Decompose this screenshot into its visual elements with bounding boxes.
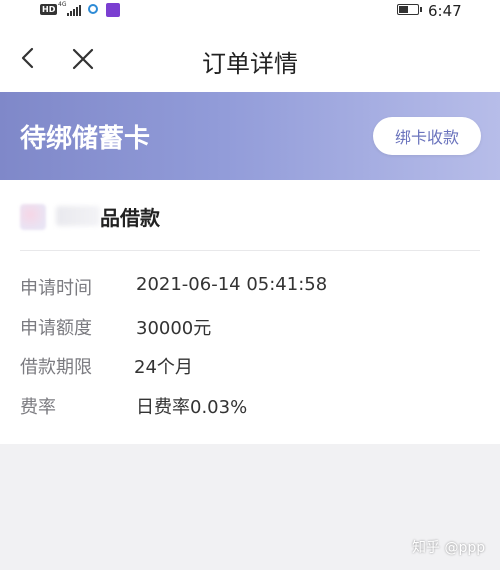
detail-value: 30000元 bbox=[136, 318, 212, 339]
divider bbox=[20, 250, 480, 251]
nav-bar: 订单详情 bbox=[0, 22, 500, 92]
watermark: 知乎 @ppp bbox=[412, 540, 486, 556]
battery-level bbox=[399, 6, 408, 13]
bind-card-button[interactable]: 绑卡收款 bbox=[373, 117, 481, 155]
network-type: 4G bbox=[58, 1, 67, 8]
signal-icon: 4G bbox=[58, 2, 82, 18]
detail-row-apply-time: 申请时间 2021-06-14 05:41:58 bbox=[0, 274, 500, 304]
detail-label: 借款期限 bbox=[20, 357, 92, 378]
detail-label: 申请额度 bbox=[20, 318, 92, 339]
app-icon bbox=[106, 3, 120, 17]
detail-value: 日费率0.03% bbox=[136, 397, 248, 418]
detail-row-rate: 费率 日费率0.03% bbox=[0, 393, 500, 423]
detail-row-term: 借款期限 24个月 bbox=[0, 353, 500, 383]
banner-title: 待绑储蓄卡 bbox=[20, 124, 151, 154]
app-ring-icon bbox=[88, 4, 98, 14]
detail-label: 申请时间 bbox=[20, 278, 92, 299]
detail-value: 24个月 bbox=[134, 357, 193, 378]
order-detail-card: 品借款 申请时间 2021-06-14 05:41:58 申请额度 30000元… bbox=[0, 180, 500, 444]
detail-label: 费率 bbox=[20, 397, 56, 418]
page-title: 订单详情 bbox=[202, 50, 298, 78]
status-bar: HD 4G 6:47 bbox=[0, 0, 500, 22]
detail-value: 2021-06-14 05:41:58 bbox=[136, 274, 328, 295]
product-name: 品借款 bbox=[100, 206, 160, 230]
product-logo-icon bbox=[20, 204, 46, 230]
status-time: 6:47 bbox=[428, 2, 462, 20]
product-row: 品借款 bbox=[0, 180, 500, 250]
hd-icon: HD bbox=[40, 4, 58, 15]
detail-row-amount: 申请额度 30000元 bbox=[0, 314, 500, 344]
redacted-text bbox=[56, 206, 100, 226]
battery-icon bbox=[397, 4, 422, 15]
